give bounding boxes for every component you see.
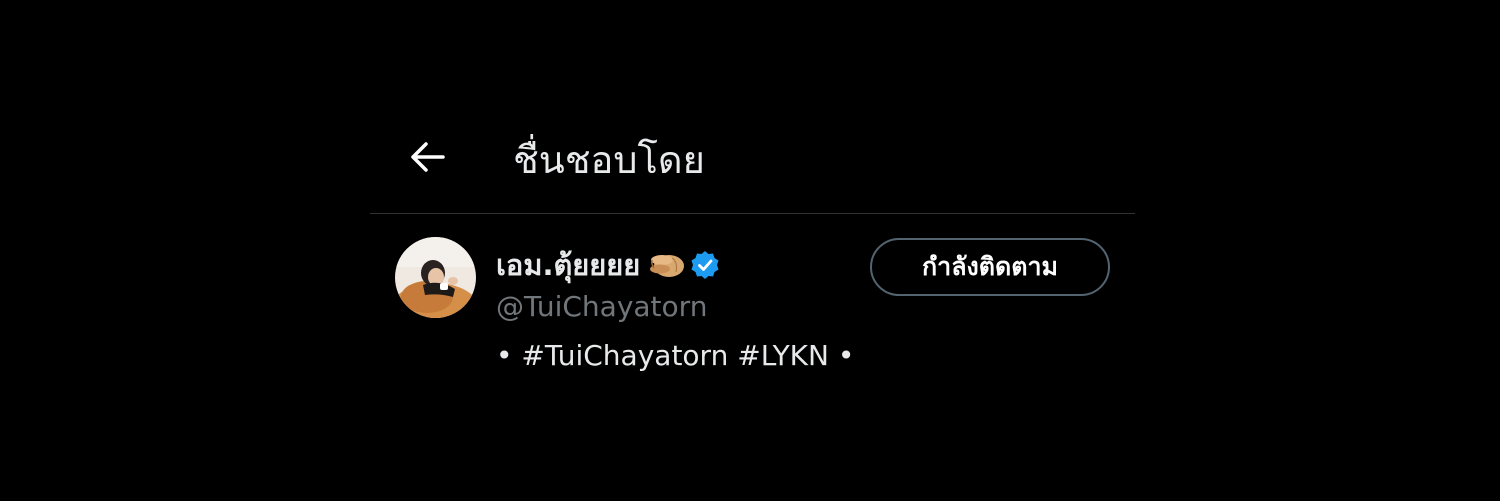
pinching-hand-icon <box>650 255 685 277</box>
avatar[interactable] <box>395 237 476 318</box>
hashtag-lykn[interactable]: #LYKN <box>737 339 829 372</box>
back-button[interactable] <box>402 132 452 182</box>
arrow-left-icon <box>411 142 445 172</box>
display-name[interactable]: เอม.ตุ้ยยยย <box>496 242 640 288</box>
liked-by-panel: ชื่นชอบโดย เอม.ตุ้ยยยย @TuiChayatorn • #… <box>370 110 1135 400</box>
bio-dot-right: • <box>837 339 855 372</box>
user-list-item[interactable]: เอม.ตุ้ยยยย @TuiChayatorn • #TuiChayator… <box>370 214 1135 400</box>
verified-badge-icon <box>691 251 719 279</box>
following-button[interactable]: กำลังติดตาม <box>870 238 1110 296</box>
user-bio: • #TuiChayatorn #LYKN • <box>496 335 854 377</box>
page-header: ชื่นชอบโดย <box>370 110 1135 214</box>
page-title: ชื่นชอบโดย <box>513 138 705 182</box>
user-handle[interactable]: @TuiChayatorn <box>496 286 707 328</box>
display-name-row: เอม.ตุ้ยยยย <box>496 242 720 288</box>
bio-dot-left: • <box>496 339 513 372</box>
hashtag-tuichayatorn[interactable]: #TuiChayatorn <box>521 339 728 372</box>
